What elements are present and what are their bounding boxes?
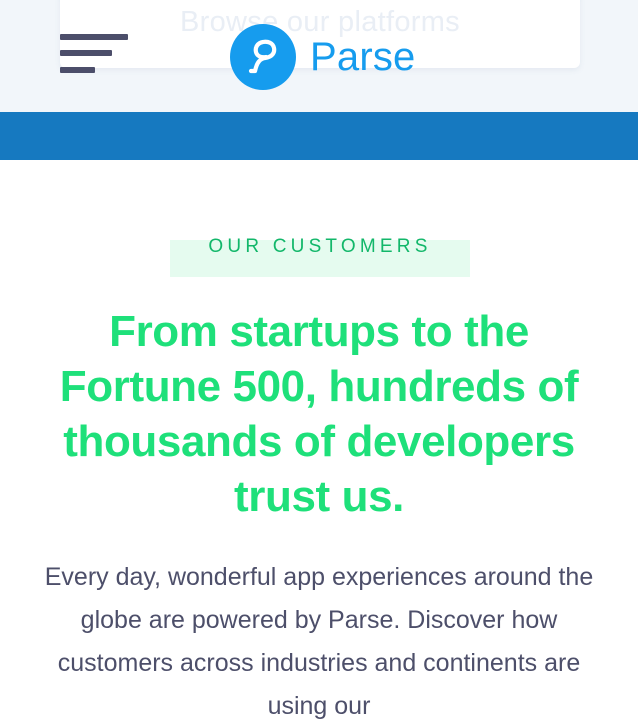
menu-bar-bottom [60, 67, 95, 73]
customers-description: Every day, wonderful app experiences aro… [44, 563, 594, 720]
site-header: Browse our platforms Parse [0, 0, 638, 112]
eyebrow-badge: OUR CUSTOMERS [170, 236, 470, 277]
menu-bar-top [60, 34, 128, 40]
parse-logo[interactable]: Parse [230, 24, 416, 90]
eyebrow-label: OUR CUSTOMERS [208, 236, 432, 257]
menu-bar-middle [60, 50, 112, 56]
blue-band [0, 112, 638, 160]
headline-emphasis: trust us. [234, 472, 404, 521]
customers-headline: From startups to the Fortune 500, hundre… [40, 304, 598, 524]
parse-logo-wordmark: Parse [310, 34, 416, 79]
hamburger-menu-icon[interactable] [60, 34, 130, 76]
headline-text: From startups to the Fortune 500, hundre… [59, 307, 579, 466]
parse-logo-icon [230, 24, 296, 90]
